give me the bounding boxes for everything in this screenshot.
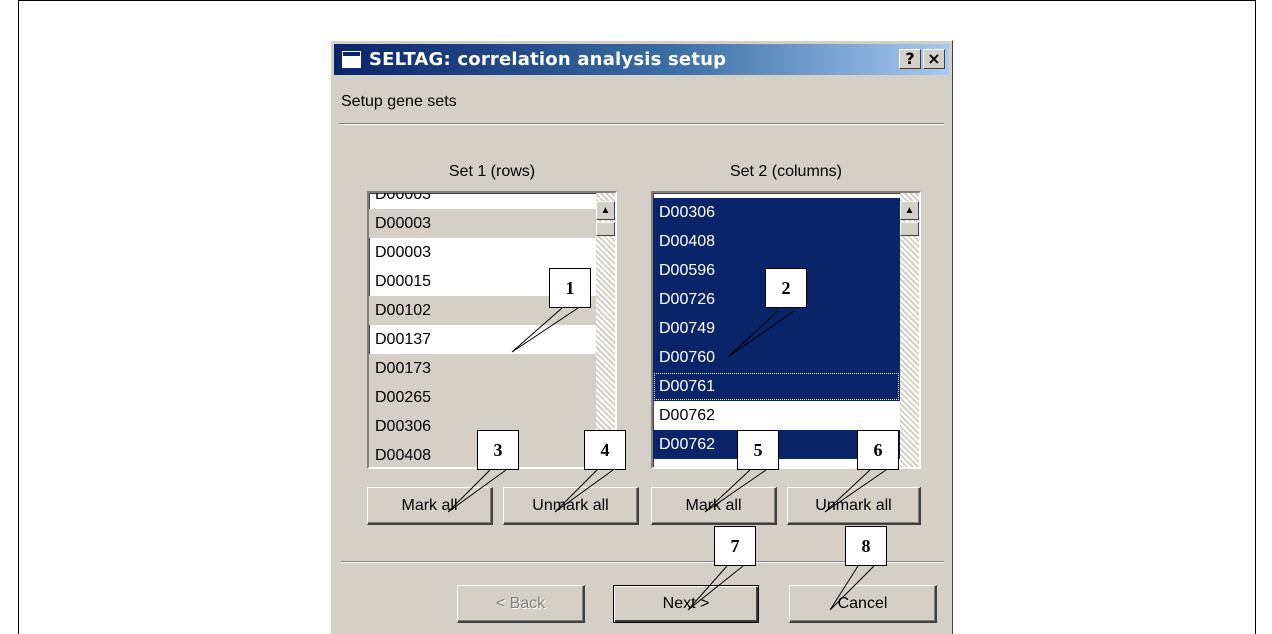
list-item[interactable]: D00761 (653, 372, 900, 401)
title-bar[interactable]: SELTAG: correlation analysis setup ? × (334, 44, 949, 75)
list-item[interactable]: D00173 (369, 354, 596, 383)
help-button[interactable]: ? (899, 49, 921, 69)
list-item[interactable]: D00137 (369, 325, 596, 354)
callout-4: 4 (584, 430, 626, 470)
dialog-title: SELTAG: correlation analysis setup (369, 49, 727, 70)
set1-mark-all-button[interactable]: Mark all (367, 487, 493, 525)
close-button[interactable]: × (923, 49, 945, 69)
list-item[interactable]: D00408 (653, 227, 900, 256)
set1-item-list: D00003 D00003 D00003 D00015 D00102 D00137 D001… (369, 193, 596, 467)
callout-5: 5 (737, 430, 779, 470)
list-item[interactable]: D00749 (653, 314, 900, 343)
scroll-thumb[interactable] (596, 222, 615, 236)
scroll-thumb[interactable] (900, 222, 919, 236)
list-item[interactable]: D00265 (369, 383, 596, 412)
list-item[interactable]: D00760 (653, 343, 900, 372)
callout-1: 1 (549, 268, 591, 308)
callout-8: 8 (845, 526, 887, 566)
next-button[interactable]: Next > (613, 585, 759, 623)
callout-2: 2 (765, 268, 807, 308)
set1-label: Set 1 (rows) (448, 163, 536, 180)
header-divider (339, 123, 944, 125)
back-button[interactable]: < Back (457, 585, 585, 623)
list-item[interactable]: D00003 (369, 209, 596, 238)
list-item[interactable]: D00003 (369, 238, 596, 267)
callout-6: 6 (857, 430, 899, 470)
set2-unmark-all-button[interactable]: Unmark all (787, 487, 921, 525)
set1-unmark-all-button[interactable]: Unmark all (503, 487, 639, 525)
set2-label: Set 2 (columns) (729, 163, 843, 180)
set2-item-list: D00306 D00408 D00596 D00726 D00749 D00760 D007… (653, 198, 900, 467)
window-icon (342, 51, 361, 68)
list-item[interactable]: D00003 (369, 193, 596, 209)
set2-scrollbar[interactable]: ▲ (900, 193, 919, 467)
set2-listbox[interactable]: D00306 D00408 D00596 D00726 D00749 D00760 D007… (651, 191, 921, 469)
page-subtitle: Setup gene sets (341, 93, 457, 110)
callout-7: 7 (714, 526, 756, 566)
scroll-up-arrow-icon[interactable]: ▲ (596, 201, 615, 220)
scroll-up-arrow-icon[interactable]: ▲ (900, 201, 919, 220)
cancel-button[interactable]: Cancel (789, 585, 937, 623)
list-item[interactable]: D00306 (653, 198, 900, 227)
set1-listbox[interactable]: D00003 D00003 D00003 D00015 D00102 D00137 D001… (367, 191, 617, 469)
set1-scrollbar[interactable]: ▲ (596, 193, 615, 467)
set2-mark-all-button[interactable]: Mark all (651, 487, 777, 525)
list-item[interactable]: D00762 (653, 401, 900, 430)
callout-3: 3 (477, 430, 519, 470)
